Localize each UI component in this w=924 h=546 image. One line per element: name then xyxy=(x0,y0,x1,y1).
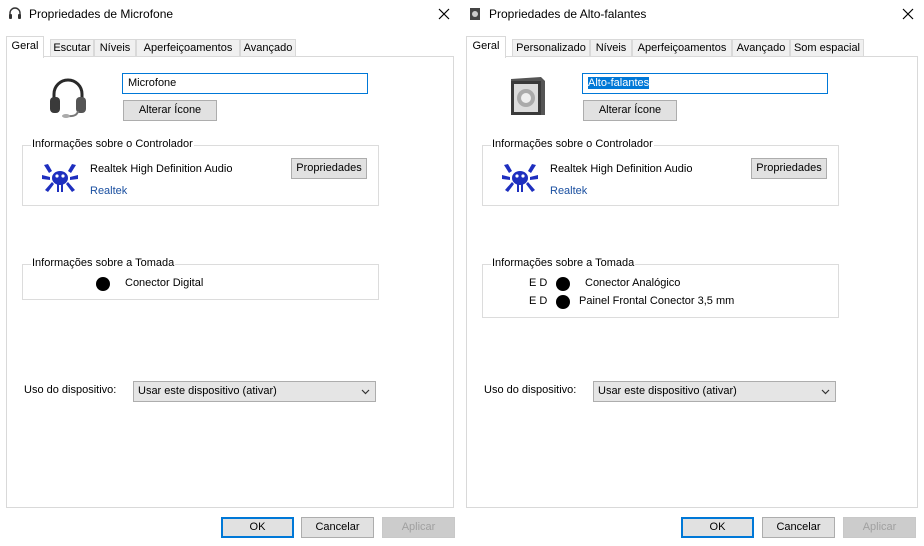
change-icon-button[interactable]: Alterar Ícone xyxy=(123,100,217,121)
controller-info-group: Informações sobre o Controlador Realtek … xyxy=(22,138,379,206)
tab-spatial-sound[interactable]: Som espacial xyxy=(790,39,864,57)
device-usage-select[interactable]: Usar este dispositivo (ativar) xyxy=(593,381,836,402)
cancel-button[interactable]: Cancelar xyxy=(762,517,835,538)
device-usage-label: Uso do dispositivo: xyxy=(484,384,577,396)
tab-levels[interactable]: Níveis xyxy=(590,39,632,57)
controller-name: Realtek High Definition Audio xyxy=(550,163,693,175)
jack-group-label: Informações sobre a Tomada xyxy=(31,257,176,269)
title-bar: Propriedades de Alto-falantes xyxy=(460,0,924,28)
jack-connector-label: Conector Digital xyxy=(125,277,204,289)
realtek-crab-icon xyxy=(502,164,538,192)
device-name-field[interactable]: Alto-falantes xyxy=(582,73,828,94)
controller-properties-button[interactable]: Propriedades xyxy=(291,158,367,179)
controller-vendor-link[interactable]: Realtek xyxy=(90,185,127,197)
jack-channels: E D xyxy=(529,277,548,289)
controller-name: Realtek High Definition Audio xyxy=(90,163,233,175)
jack-group-label: Informações sobre a Tomada xyxy=(491,257,636,269)
ok-button[interactable]: OK xyxy=(681,517,754,538)
tab-panel: Alto-falantes Alterar Ícone Informações … xyxy=(466,56,918,508)
close-icon[interactable] xyxy=(898,4,918,24)
window-title: Propriedades de Alto-falantes xyxy=(489,7,647,21)
ok-button[interactable]: OK xyxy=(221,517,294,538)
tab-panel: Microfone Alterar Ícone Informações sobr… xyxy=(6,56,454,508)
tab-enhancements[interactable]: Aperfeiçoamentos xyxy=(632,39,732,57)
jack-info-group: Informações sobre a Tomada Conector Digi… xyxy=(22,257,379,300)
jack-connector-dot xyxy=(556,295,570,309)
jack-connector-label: Conector Analógico xyxy=(585,277,681,289)
device-usage-value: Usar este dispositivo (ativar) xyxy=(138,385,277,397)
title-bar: Propriedades de Microfone xyxy=(0,0,460,28)
tab-advanced[interactable]: Avançado xyxy=(240,39,296,57)
chevron-down-icon xyxy=(361,389,370,395)
tab-custom[interactable]: Personalizado xyxy=(512,39,590,57)
cancel-button[interactable]: Cancelar xyxy=(301,517,374,538)
controller-group-label: Informações sobre o Controlador xyxy=(491,138,654,150)
apply-button[interactable]: Aplicar xyxy=(382,517,455,538)
apply-button[interactable]: Aplicar xyxy=(843,517,916,538)
chevron-down-icon xyxy=(821,389,830,395)
tab-levels[interactable]: Níveis xyxy=(94,39,136,57)
device-usage-value: Usar este dispositivo (ativar) xyxy=(598,385,737,397)
jack-connector-dot xyxy=(556,277,570,291)
headset-icon xyxy=(50,78,86,118)
controller-vendor-link[interactable]: Realtek xyxy=(550,185,587,197)
speakers-properties-dialog: Propriedades de Alto-falantes Geral Pers… xyxy=(460,0,924,546)
device-name-field[interactable]: Microfone xyxy=(122,73,368,94)
jack-channels: E D xyxy=(529,295,548,307)
tab-advanced[interactable]: Avançado xyxy=(732,39,790,57)
jack-connector-label: Painel Frontal Conector 3,5 mm xyxy=(579,295,735,307)
headset-icon xyxy=(9,7,21,19)
close-icon[interactable] xyxy=(434,4,454,24)
device-usage-select[interactable]: Usar este dispositivo (ativar) xyxy=(133,381,376,402)
speaker-icon xyxy=(470,8,480,20)
device-usage-label: Uso do dispositivo: xyxy=(24,384,117,396)
controller-properties-button[interactable]: Propriedades xyxy=(751,158,827,179)
jack-info-group: Informações sobre a Tomada E D Conector … xyxy=(482,257,839,318)
controller-group-label: Informações sobre o Controlador xyxy=(31,138,194,150)
device-name-value: Alto-falantes xyxy=(588,77,650,89)
realtek-crab-icon xyxy=(42,164,78,192)
window-title: Propriedades de Microfone xyxy=(29,7,174,21)
tab-general[interactable]: Geral xyxy=(6,36,44,58)
tab-enhancements[interactable]: Aperfeiçoamentos xyxy=(136,39,240,57)
change-icon-button[interactable]: Alterar Ícone xyxy=(583,100,677,121)
tab-listen[interactable]: Escutar xyxy=(50,39,94,57)
microphone-properties-dialog: Propriedades de Microfone Geral Escutar … xyxy=(0,0,460,546)
speaker-icon xyxy=(511,77,545,115)
jack-connector-dot xyxy=(96,277,110,291)
controller-info-group: Informações sobre o Controlador Realtek … xyxy=(482,138,839,206)
tab-general[interactable]: Geral xyxy=(466,36,506,58)
